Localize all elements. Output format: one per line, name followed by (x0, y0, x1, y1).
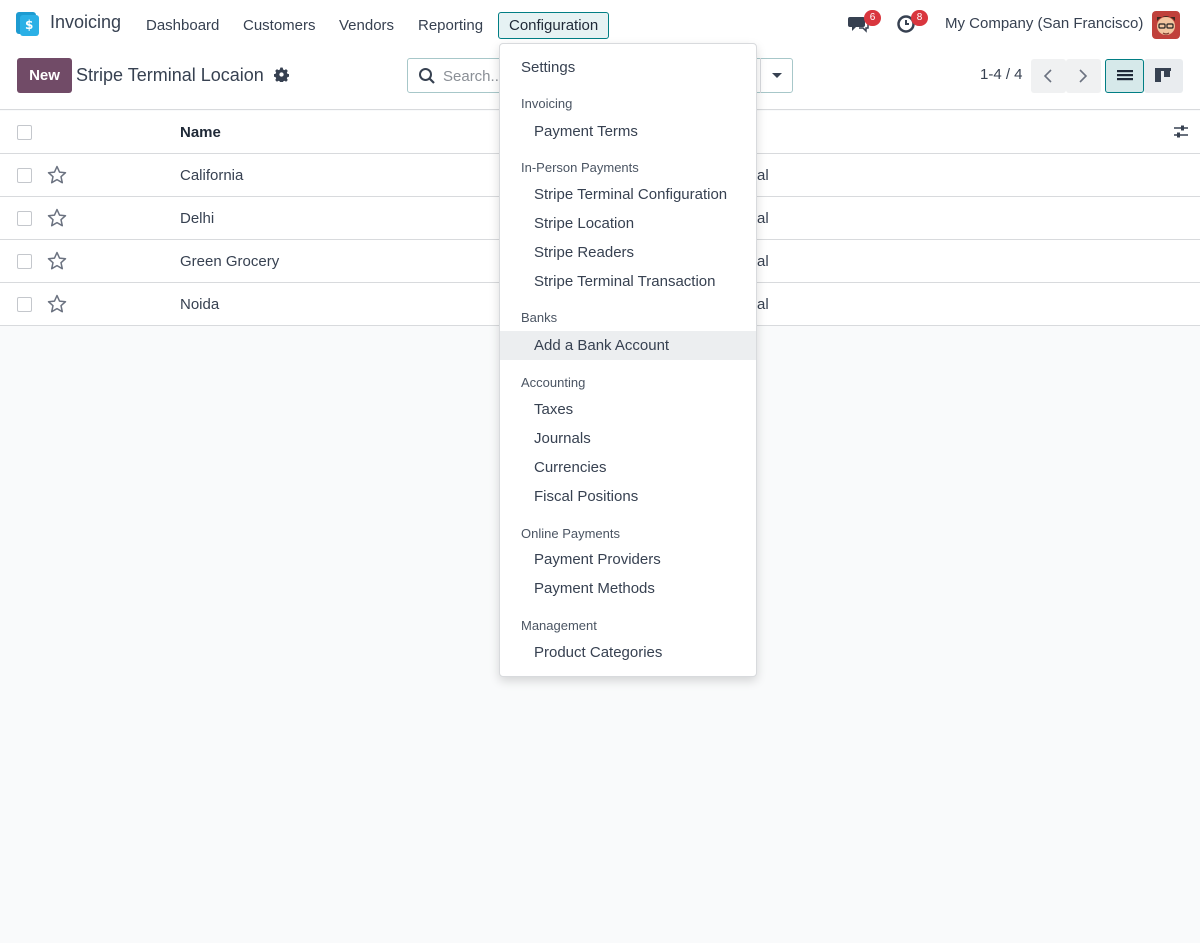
column-header-name[interactable]: Name (180, 124, 221, 141)
row-checkbox[interactable] (17, 297, 32, 312)
row-checkbox[interactable] (17, 168, 32, 183)
pager-value[interactable]: 1-4 / 4 (980, 66, 1023, 83)
menu-item-add-bank-account[interactable]: Add a Bank Account (500, 331, 756, 360)
menu-item-settings[interactable]: Settings (500, 53, 756, 82)
top-navbar: $ Invoicing Dashboard Customers Vendors … (0, 0, 1200, 48)
menu-item-payment-providers[interactable]: Payment Providers (500, 545, 756, 574)
menu-item-stripe-readers[interactable]: Stripe Readers (500, 238, 756, 267)
row-checkbox[interactable] (17, 254, 32, 269)
app-name[interactable]: Invoicing (50, 12, 121, 33)
row-name: California (180, 167, 244, 184)
configuration-dropdown-menu: Settings Invoicing Payment Terms In-Pers… (499, 43, 757, 677)
pager-previous-button[interactable] (1031, 59, 1066, 93)
row-name: Green Grocery (180, 253, 280, 270)
section-header-online-payments: Online Payments (521, 526, 620, 541)
chevron-left-icon (1043, 69, 1052, 83)
kanban-view-button[interactable] (1144, 59, 1183, 93)
menu-customers[interactable]: Customers (232, 12, 327, 39)
menu-dashboard[interactable]: Dashboard (135, 12, 230, 39)
caret-down-icon (772, 73, 782, 78)
section-header-invoicing: Invoicing (521, 96, 573, 111)
menu-vendors[interactable]: Vendors (328, 12, 405, 39)
row-name: Noida (180, 296, 220, 313)
menu-item-stripe-terminal-configuration[interactable]: Stripe Terminal Configuration (500, 180, 756, 209)
list-view-button[interactable] (1105, 59, 1144, 93)
messages-badge: 6 (864, 10, 881, 26)
row-cell-partial: al (757, 210, 769, 227)
company-switcher[interactable]: My Company (San Francisco) (945, 15, 1143, 32)
gear-icon[interactable] (274, 67, 289, 82)
invoicing-app-icon[interactable]: $ (16, 12, 39, 36)
menu-reporting[interactable]: Reporting (407, 12, 494, 39)
menu-item-payment-terms[interactable]: Payment Terms (500, 117, 756, 146)
list-view-icon (1117, 70, 1133, 81)
section-header-banks: Banks (521, 310, 558, 325)
search-options-toggle[interactable] (760, 58, 793, 93)
select-all-checkbox[interactable] (17, 125, 32, 140)
star-icon[interactable] (47, 165, 67, 185)
row-checkbox[interactable] (17, 211, 32, 226)
page-title: Stripe Terminal Locaion (76, 65, 264, 85)
kanban-view-icon (1155, 68, 1171, 82)
row-cell-partial: al (757, 296, 769, 313)
pager-next-button[interactable] (1066, 59, 1101, 93)
menu-item-currencies[interactable]: Currencies (500, 453, 756, 482)
menu-item-product-categories[interactable]: Product Categories (500, 638, 756, 667)
menu-item-taxes[interactable]: Taxes (500, 395, 756, 424)
row-cell-partial: al (757, 253, 769, 270)
search-icon (419, 68, 435, 84)
row-name: Delhi (180, 210, 215, 227)
menu-item-payment-methods[interactable]: Payment Methods (500, 574, 756, 603)
user-avatar[interactable] (1152, 11, 1180, 39)
section-header-in-person-payments: In-Person Payments (521, 160, 639, 175)
star-icon[interactable] (47, 294, 67, 314)
menu-item-stripe-location[interactable]: Stripe Location (500, 209, 756, 238)
menu-item-journals[interactable]: Journals (500, 424, 756, 453)
star-icon[interactable] (47, 251, 67, 271)
star-icon[interactable] (47, 208, 67, 228)
activities-badge: 8 (911, 10, 928, 26)
new-button[interactable]: New (17, 58, 72, 93)
section-header-management: Management (521, 618, 597, 633)
row-cell-partial: al (757, 167, 769, 184)
menu-configuration[interactable]: Configuration (498, 12, 610, 39)
chevron-right-icon (1079, 69, 1088, 83)
menu-item-stripe-terminal-transaction[interactable]: Stripe Terminal Transaction (500, 267, 756, 296)
optional-columns-icon[interactable] (1173, 124, 1189, 140)
svg-text:$: $ (25, 18, 33, 32)
section-header-accounting: Accounting (521, 375, 586, 390)
menu-item-fiscal-positions[interactable]: Fiscal Positions (500, 482, 756, 511)
